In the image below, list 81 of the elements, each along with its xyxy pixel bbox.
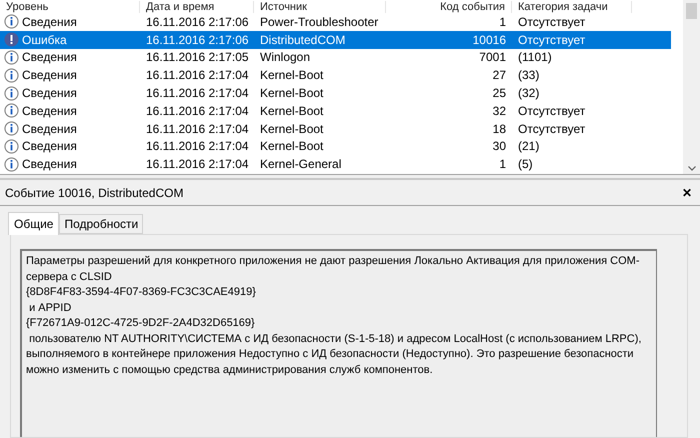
description-box[interactable] [20, 249, 657, 437]
column-header[interactable]: Уровень [0, 1, 140, 13]
column-header[interactable]: Источник [254, 1, 386, 13]
description-text: и APPID [28, 300, 72, 316]
column-header[interactable]: Дата и время [140, 1, 254, 13]
description-text: Параметры разрешений для конкретного приложения не дают разрешения Локально Активация для приложения COM-сервера с CLSID [26, 254, 640, 284]
tab[interactable]: Общие [8, 212, 60, 235]
date-text: 16.11.2016 2:17:06 [145, 14, 250, 29]
level-text: Сведения [21, 50, 78, 64]
info-icon [4, 156, 19, 172]
info-icon [4, 50, 19, 65]
info-icon [4, 86, 19, 101]
category-text: Отсутствует [517, 122, 586, 136]
event-code: 32 [492, 104, 507, 118]
event-code: 25 [492, 86, 507, 100]
event-row[interactable]: Сведения 16.11.2016 2:17:04 Kernel-Boot 27 (33) [0, 66, 671, 84]
event-row[interactable]: Сведения 16.11.2016 2:17:04 Kernel-Boot 32 Отсутствует [0, 102, 671, 120]
source-text: DistributedCOM [259, 32, 346, 47]
category-text: (32) [517, 86, 540, 100]
source-text: Kernel-General [259, 157, 342, 172]
event-code: 1 [498, 157, 507, 172]
scroll-thumb[interactable] [686, 3, 697, 19]
source-text: Winlogon [259, 50, 312, 64]
level-text: Сведения [21, 68, 78, 82]
description-text: {F72671A9-012C-4725-9D2F-2A4D32D65169} [26, 316, 256, 331]
date-text: 16.11.2016 2:17:06 [145, 32, 250, 47]
tab[interactable]: Подробности [59, 214, 144, 234]
level-text: Сведения [21, 14, 78, 29]
event-code: 30 [492, 139, 507, 154]
event-code: 18 [492, 122, 507, 136]
category-text: Отсутствует [517, 32, 586, 47]
date-text: 16.11.2016 2:17:04 [145, 157, 250, 172]
date-text: 16.11.2016 2:17:04 [145, 122, 250, 136]
description-text: пользователю NT AUTHORITY\СИСТЕМА с ИД безопасности (S-1-5-18) и адресом LocalHost (с использованием LRPC), выполняемого в контейнере приложения Недоступно с ИД безопасности (Недоступно). Это разрешение безопасности можно изменить с помощью средства администрирования служб компонентов. [26, 332, 642, 378]
event-code: 7001 [478, 50, 507, 64]
source-text: Kernel-Boot [259, 68, 324, 82]
event-row[interactable]: Сведения 16.11.2016 2:17:04 Kernel-Boot 18 Отсутствует [0, 120, 671, 138]
category-text: (1101) [517, 50, 553, 64]
category-text: (33) [517, 68, 540, 82]
info-icon [4, 103, 19, 118]
source-text: Kernel-Boot [259, 86, 324, 100]
close-button[interactable]: ✕ [682, 186, 692, 200]
date-text: 16.11.2016 2:17:05 [145, 50, 250, 64]
info-icon [4, 14, 19, 30]
info-icon [4, 138, 19, 154]
category-text: Отсутствует [517, 14, 586, 29]
event-row[interactable]: Сведения 16.11.2016 2:17:04 Kernel-General 1 (5) [0, 155, 671, 174]
source-text: Kernel-Boot [259, 122, 324, 136]
event-row[interactable]: Сведения 16.11.2016 2:17:04 Kernel-Boot 30 (21) [0, 138, 671, 156]
scroll-down-icon[interactable] [688, 166, 696, 171]
date-text: 16.11.2016 2:17:04 [145, 86, 250, 100]
column-header[interactable]: Категория задачи [512, 1, 632, 13]
event-row[interactable]: Сведения 16.11.2016 2:17:06 Power-Troubleshooter 1 Отсутствует [0, 13, 671, 31]
level-text: Сведения [21, 139, 78, 154]
category-text: Отсутствует [517, 104, 586, 118]
source-text: Power-Troubleshooter [259, 14, 380, 29]
scrollbar[interactable] [683, 0, 700, 174]
level-text: Сведения [21, 122, 78, 136]
event-row[interactable]: Сведения 16.11.2016 2:17:04 Kernel-Boot 25 (32) [0, 84, 671, 102]
category-text: (21) [517, 139, 540, 154]
level-text: Ошибка [21, 32, 68, 47]
level-text: Сведения [21, 104, 78, 118]
event-row[interactable]: Сведения 16.11.2016 2:17:05 Winlogon 7001 (1101) [0, 48, 671, 66]
source-text: Kernel-Boot [259, 104, 324, 118]
date-text: 16.11.2016 2:17:04 [145, 104, 250, 118]
column-header[interactable]: Код события [386, 1, 512, 13]
error-icon [4, 32, 19, 48]
event-code: 27 [492, 68, 507, 82]
date-text: 16.11.2016 2:17:04 [145, 68, 250, 82]
event-row[interactable]: Ошибка 16.11.2016 2:17:06 DistributedCOM 10016 Отсутствует [0, 30, 671, 49]
info-icon [4, 121, 19, 136]
event-code: 1 [498, 14, 507, 29]
event-code: 10016 [472, 32, 507, 47]
event-title: Событие 10016, DistributedCOM [5, 186, 184, 200]
level-text: Сведения [21, 86, 78, 100]
description-text: {8D8F4F83-3594-4F07-8369-FC3C3CAE4919} [26, 285, 257, 300]
level-text: Сведения [21, 157, 78, 172]
info-icon [4, 68, 19, 83]
source-text: Kernel-Boot [259, 139, 324, 154]
date-text: 16.11.2016 2:17:04 [145, 139, 250, 154]
category-text: (5) [517, 157, 534, 172]
